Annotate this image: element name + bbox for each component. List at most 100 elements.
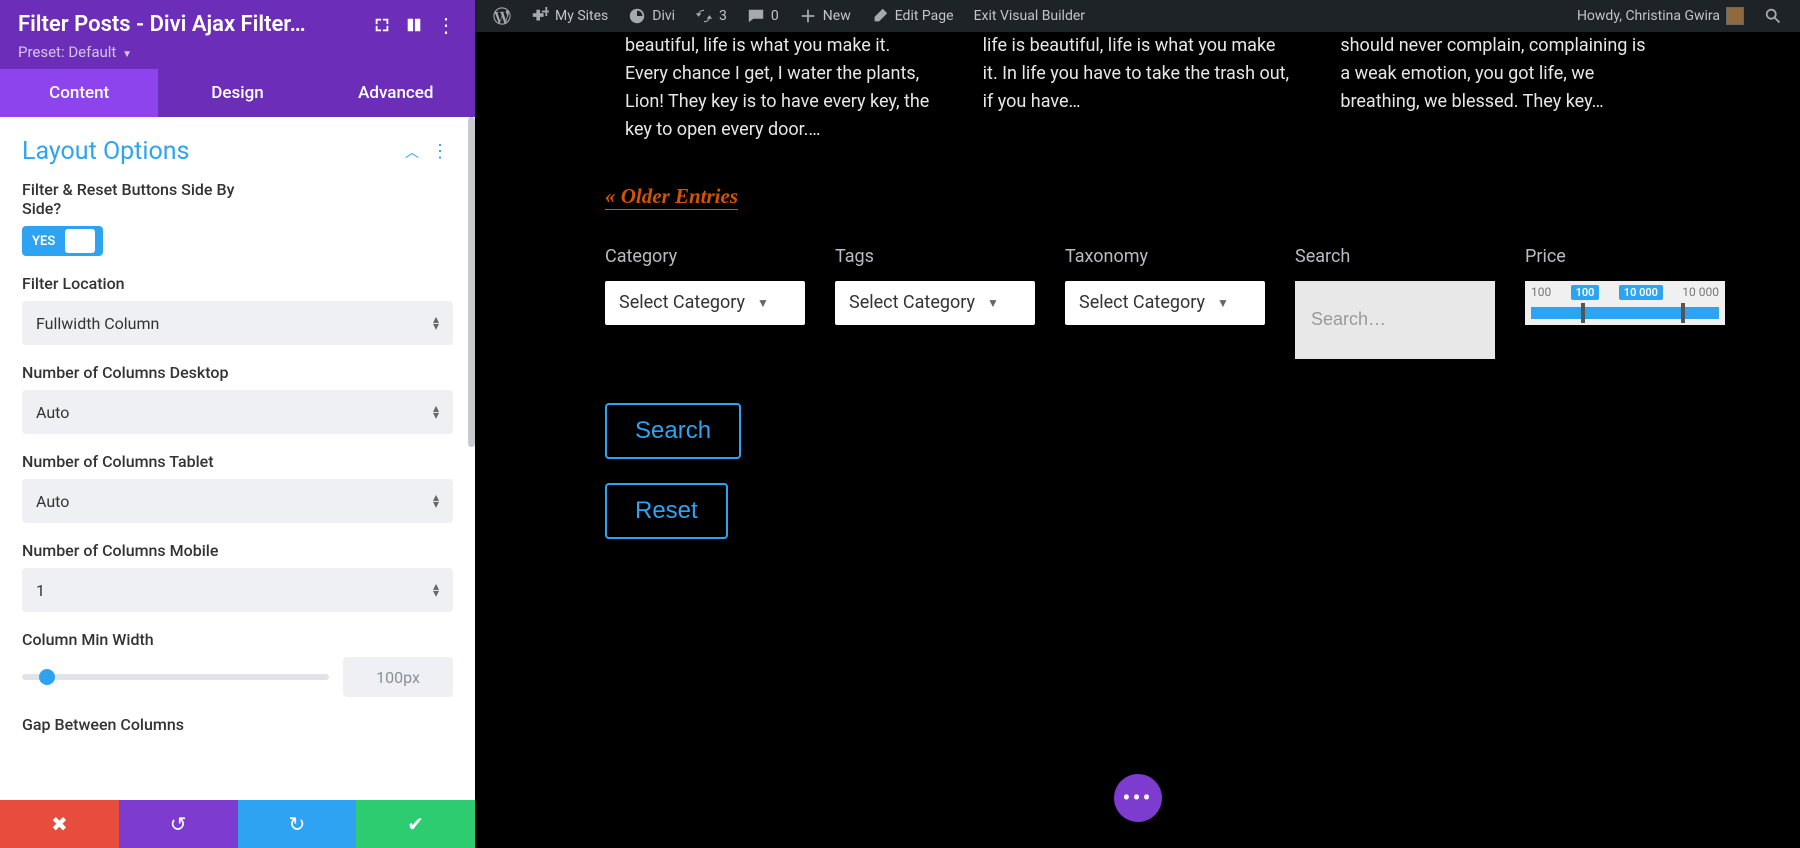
setting-cols-mobile: Number of Columns Mobile 1 ▴▾ [22,541,453,612]
pencil-icon [871,7,889,25]
setting-label: Number of Columns Tablet [22,452,272,471]
section-title: Layout Options [22,137,189,166]
section-menu-icon[interactable]: ⋮ [427,141,453,162]
wp-logo[interactable] [483,0,521,32]
price-track [1531,307,1719,319]
redo-button[interactable]: ↻ [238,800,357,848]
sidebar-header: Filter Posts - Divi Ajax Filter… ⋮ Prese… [0,0,475,69]
filter-tags: Tags Select Category ▼ [835,246,1035,325]
filter-label: Taxonomy [1065,246,1265,267]
setting-gap-columns: Gap Between Columns [22,715,453,734]
posts-row: beautiful, life is what you make it. Eve… [475,32,1800,144]
caret-down-icon: ▼ [122,49,132,60]
setting-filter-location: Filter Location Fullwidth Column ▴▾ [22,274,453,345]
caret-down-icon: ▼ [987,296,999,310]
select-value: Auto [36,492,69,511]
price-chip-high: 10 000 [1619,285,1663,300]
dashboard-icon [628,7,646,25]
module-settings-sidebar: Filter Posts - Divi Ajax Filter… ⋮ Prese… [0,0,475,848]
comments-count: 0 [771,8,779,24]
builder-fab[interactable]: ••• [1114,774,1162,822]
price-handle-low[interactable] [1581,303,1585,323]
search-button[interactable]: Search [605,403,741,459]
comment-icon [747,7,765,25]
exit-visual-builder[interactable]: Exit Visual Builder [964,0,1095,32]
caret-down-icon: ▼ [757,296,769,310]
redo-icon: ↻ [288,812,305,836]
search-toggle[interactable] [1754,0,1792,32]
sidebar-footer: ✖ ↺ ↻ ✔ [0,800,475,848]
taxonomy-select[interactable]: Select Category ▼ [1065,281,1265,325]
setting-label: Number of Columns Desktop [22,363,272,382]
tab-design[interactable]: Design [158,69,316,117]
select-filter-location[interactable]: Fullwidth Column ▴▾ [22,301,453,345]
edit-page[interactable]: Edit Page [861,0,964,32]
new-content[interactable]: New [789,0,861,32]
setting-col-min-width: Column Min Width 100px [22,630,453,697]
kebab-icon[interactable]: ⋮ [435,14,457,36]
filter-taxonomy: Taxonomy Select Category ▼ [1065,246,1265,325]
category-select[interactable]: Select Category ▼ [605,281,805,325]
filter-search: Search [1295,246,1495,359]
filter-price: Price 100 100 10 000 10 000 [1525,246,1725,325]
snap-icon[interactable] [403,14,425,36]
preset-selector[interactable]: Preset: Default ▼ [18,43,457,61]
save-button[interactable]: ✔ [356,800,475,848]
filter-label: Category [605,246,805,267]
select-cols-desktop[interactable]: Auto ▴▾ [22,390,453,434]
my-sites[interactable]: My Sites [521,0,618,32]
setting-label: Gap Between Columns [22,715,272,734]
caret-updown-icon: ▴▾ [433,494,439,508]
cancel-button[interactable]: ✖ [0,800,119,848]
module-title: Filter Posts - Divi Ajax Filter… [18,12,361,37]
edit-page-label: Edit Page [895,8,954,24]
dots-icon: ••• [1122,784,1152,812]
select-value: 1 [36,581,45,600]
select-cols-mobile[interactable]: 1 ▴▾ [22,568,453,612]
comments[interactable]: 0 [737,0,789,32]
site-name[interactable]: Divi [618,0,685,32]
multisite-icon [531,7,549,25]
setting-label: Column Min Width [22,630,272,649]
exit-vb-label: Exit Visual Builder [974,8,1085,24]
close-icon: ✖ [51,812,68,836]
updates[interactable]: 3 [685,0,737,32]
price-range-slider[interactable]: 100 100 10 000 10 000 [1525,281,1725,325]
site-name-label: Divi [652,8,675,24]
undo-button[interactable]: ↺ [119,800,238,848]
updates-count: 3 [719,8,727,24]
select-cols-tablet[interactable]: Auto ▴▾ [22,479,453,523]
tab-content[interactable]: Content [0,69,158,117]
setting-label: Number of Columns Mobile [22,541,272,560]
slider-track[interactable] [22,674,329,680]
slider-value[interactable]: 100px [343,657,453,697]
chevron-up-icon: ︿ [397,142,427,162]
new-label: New [823,8,851,24]
toggle-knob [65,226,103,256]
toggle-yes-no[interactable]: YES [22,226,103,256]
tab-advanced[interactable]: Advanced [317,69,475,117]
post-excerpt: beautiful, life is what you make it. Eve… [625,32,935,144]
user-greeting[interactable]: Howdy, Christina Gwira [1567,0,1754,32]
post-excerpt: should never complain, complaining is a … [1340,32,1650,144]
search-input[interactable] [1295,281,1495,359]
scrollbar-thumb[interactable] [468,117,475,447]
caret-updown-icon: ▴▾ [433,316,439,330]
search-icon [1764,7,1782,25]
refresh-icon [695,7,713,25]
reset-button[interactable]: Reset [605,483,728,539]
section-layout-options[interactable]: Layout Options ︿ ⋮ [22,131,453,180]
wordpress-icon [493,7,511,25]
plus-icon [799,7,817,25]
tags-select[interactable]: Select Category ▼ [835,281,1035,325]
older-entries-link[interactable]: « Older Entries [605,184,738,210]
post-excerpt: life is beautiful, life is what you make… [983,32,1293,144]
expand-icon[interactable] [371,14,393,36]
filter-label: Tags [835,246,1035,267]
toggle-yes-label: YES [22,226,65,256]
filters-row: Category Select Category ▼ Tags Select C… [475,210,1800,359]
price-handle-high[interactable] [1681,303,1685,323]
settings-tabs: Content Design Advanced [0,69,475,117]
slider-thumb[interactable] [39,669,55,685]
setting-label: Filter & Reset Buttons Side By Side? [22,180,272,218]
